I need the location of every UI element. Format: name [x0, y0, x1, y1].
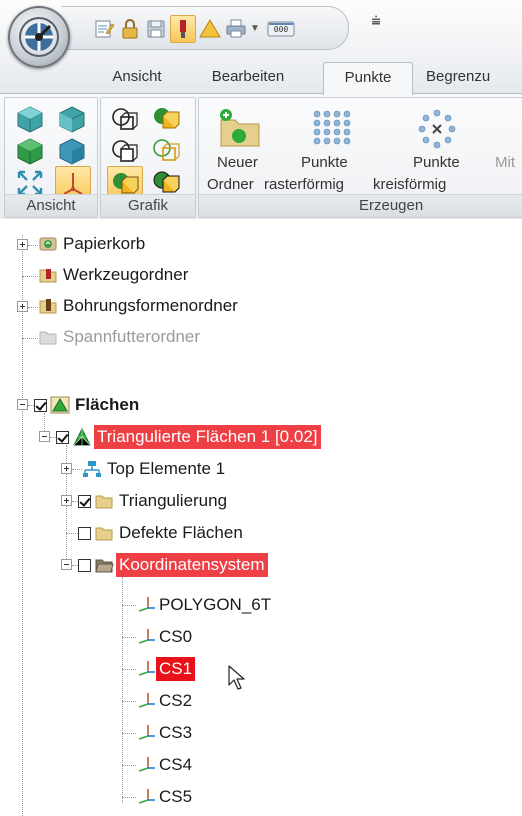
tree-item-triangulierung[interactable]: Triangulierung — [116, 489, 230, 513]
ribbon-tab-bar: Ansicht Bearbeiten Punkte Begrenzu — [0, 62, 522, 95]
ribbon-group-ansicht: Ansicht — [4, 97, 98, 218]
tab-begrenzung[interactable]: Begrenzu — [424, 62, 522, 94]
counter-icon[interactable]: 000 — [266, 17, 296, 41]
tree-item-bohrungsformenordner[interactable]: Bohrungsformenordner — [60, 294, 241, 318]
customize-toolbar-button[interactable]: ⩧ — [366, 10, 386, 34]
ribbon-group-erzeugen-label: Erzeugen — [199, 194, 522, 217]
quick-access-toolbar: ▼ 000 — [62, 6, 349, 50]
triangulated-surface-icon — [72, 427, 92, 447]
coordinate-axes-icon — [136, 755, 156, 775]
checkbox-flaechen[interactable] — [34, 399, 47, 412]
folder-icon — [94, 523, 114, 543]
tool-folder-icon — [38, 265, 58, 285]
save-icon[interactable] — [144, 17, 168, 41]
mouse-cursor-icon — [228, 665, 246, 696]
tree-item-cs0[interactable]: CS0 — [156, 625, 195, 649]
chuck-folder-icon — [38, 327, 58, 347]
print-dropdown-icon[interactable]: ▼ — [248, 17, 262, 41]
collapse-koordinatensystem[interactable] — [61, 559, 72, 570]
view-cube-top-icon[interactable] — [15, 104, 45, 134]
circular-points-icon — [418, 109, 456, 149]
raster-points-icon — [313, 110, 351, 145]
truncated-button-label[interactable]: Mit — [495, 154, 515, 171]
open-folder-icon — [94, 555, 114, 575]
view-cube-front-icon[interactable] — [15, 136, 45, 166]
top-elements-icon — [82, 459, 102, 479]
raster-points-label-top: Punkte — [301, 154, 348, 171]
tree-item-cs5[interactable]: CS5 — [156, 785, 195, 809]
tab-ansicht[interactable]: Ansicht — [94, 62, 180, 94]
coordinate-axes-icon — [136, 595, 156, 615]
notes-icon[interactable] — [92, 17, 116, 41]
tab-punkte[interactable]: Punkte — [323, 62, 413, 95]
expand-triangulierung[interactable] — [61, 495, 72, 506]
circular-points-label-top: Punkte — [413, 154, 460, 171]
title-bar: ▼ 000 ⩧ — [0, 0, 522, 62]
application-menu-button[interactable] — [8, 6, 70, 68]
coordinate-axes-icon — [136, 659, 156, 679]
recycle-bin-icon — [38, 234, 58, 254]
tab-bearbeiten[interactable]: Bearbeiten — [196, 62, 300, 94]
tree-item-papierkorb[interactable]: Papierkorb — [60, 232, 148, 256]
checkbox-triangulierung[interactable] — [78, 495, 91, 508]
object-tree[interactable]: Papierkorb Werkzeugordner Bohrungsformen… — [0, 219, 522, 816]
coordinate-axes-icon — [136, 691, 156, 711]
view-cube-iso-icon[interactable] — [57, 136, 87, 166]
raster-points-label-bottom: rasterförmig — [264, 176, 345, 193]
tree-item-cs3[interactable]: CS3 — [156, 721, 195, 745]
tree-item-polygon-6t[interactable]: POLYGON_6T — [156, 593, 274, 617]
print-icon[interactable] — [224, 17, 248, 41]
wireframe-icon[interactable] — [109, 104, 139, 134]
svg-text:000: 000 — [274, 25, 289, 34]
folder-icon — [94, 491, 114, 511]
ribbon-group-grafik-label: Grafik — [101, 194, 195, 217]
warning-icon[interactable] — [198, 17, 222, 41]
tree-item-spannfutterordner[interactable]: Spannfutterordner — [60, 325, 203, 349]
tree-item-flaechen[interactable]: Flächen — [72, 393, 142, 417]
lock-icon[interactable] — [118, 17, 142, 41]
hidden-lines-icon[interactable] — [109, 136, 139, 166]
transparent-icon[interactable] — [151, 136, 181, 166]
expand-top-elemente[interactable] — [61, 463, 72, 474]
tree-item-cs1[interactable]: CS1 — [156, 657, 196, 681]
tool-holder-icon[interactable] — [170, 15, 196, 43]
new-folder-label-top: Neuer — [217, 154, 258, 171]
checkbox-defekte-flaechen[interactable] — [78, 527, 91, 540]
tree-item-koordinatensystem[interactable]: Koordinatensystem — [116, 553, 268, 577]
view-cube-side-icon[interactable] — [57, 104, 87, 134]
tree-item-triangulierte-flaechen[interactable]: Triangulierte Flächen 1 [0.02] — [94, 425, 321, 449]
coordinate-axes-icon — [136, 627, 156, 647]
expand-bohrungsformenordner[interactable] — [17, 301, 28, 312]
coordinate-axes-icon — [136, 723, 156, 743]
collapse-flaechen[interactable] — [17, 399, 28, 410]
tree-item-defekte-flaechen[interactable]: Defekte Flächen — [116, 521, 246, 545]
collapse-triangulierte-flaechen[interactable] — [39, 431, 50, 442]
new-folder-label-bottom: Ordner — [207, 176, 254, 193]
expand-papierkorb[interactable] — [17, 239, 28, 250]
tree-item-top-elemente[interactable]: Top Elemente 1 — [104, 457, 228, 481]
ribbon-group-grafik: Grafik — [100, 97, 196, 218]
ribbon-group-erzeugen: Neuer Punkte Punkte Mit Ordner rasterför… — [198, 97, 522, 218]
tree-root-line — [22, 235, 23, 816]
tree-item-werkzeugordner[interactable]: Werkzeugordner — [60, 263, 191, 287]
new-folder-icon — [220, 109, 260, 147]
shaded-icon[interactable] — [151, 104, 181, 134]
circular-points-label-bottom: kreisförmig — [373, 176, 447, 193]
ribbon-panel: Ansicht Grafik Neuer Punkte Punkte Mit O… — [0, 93, 522, 220]
app-logo-icon — [25, 23, 53, 51]
checkbox-koordinatensystem[interactable] — [78, 559, 91, 572]
coordinate-axes-icon — [136, 787, 156, 807]
hole-shape-folder-icon — [38, 296, 58, 316]
surfaces-icon — [50, 395, 70, 415]
tree-item-cs4[interactable]: CS4 — [156, 753, 195, 777]
tree-item-cs2[interactable]: CS2 — [156, 689, 195, 713]
checkbox-triangulierte-flaechen[interactable] — [56, 431, 69, 444]
ribbon-group-ansicht-label: Ansicht — [5, 194, 97, 217]
